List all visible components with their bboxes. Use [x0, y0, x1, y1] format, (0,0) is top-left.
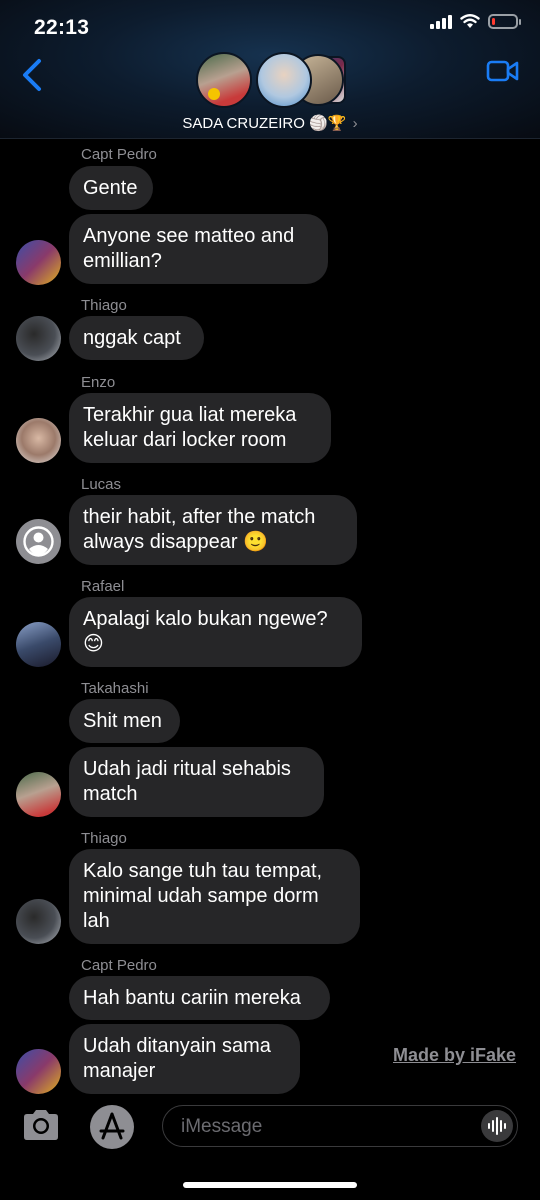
- sender-name: Thiago: [81, 830, 127, 847]
- message-bubble[interactable]: Hah bantu cariin mereka: [69, 976, 330, 1020]
- contact-avatar[interactable]: [16, 899, 61, 944]
- video-call-button[interactable]: [486, 58, 520, 84]
- message-input[interactable]: iMessage: [162, 1105, 518, 1147]
- status-time: 22:13: [34, 16, 90, 39]
- message-list[interactable]: Capt Pedro Gente Anyone see matteo and e…: [0, 138, 540, 1100]
- back-button[interactable]: [18, 58, 48, 92]
- battery-icon: [488, 14, 521, 29]
- sender-name: Capt Pedro: [81, 146, 157, 163]
- sender-name: Capt Pedro: [81, 957, 157, 974]
- status-icons: [430, 14, 521, 29]
- message-bubble[interactable]: Udah jadi ritual sehabis match: [69, 747, 324, 817]
- contact-avatar[interactable]: [16, 240, 61, 285]
- app-store-button[interactable]: [89, 1104, 135, 1150]
- waveform-icon: [488, 1117, 506, 1135]
- message-bubble[interactable]: Anyone see matteo and emillian?: [69, 214, 328, 284]
- message-bubble[interactable]: Gente: [69, 166, 153, 210]
- sender-name: Lucas: [81, 476, 122, 493]
- contact-avatar[interactable]: [16, 316, 61, 361]
- group-avatar-1: [196, 52, 252, 108]
- cellular-signal-icon: [430, 14, 452, 29]
- message-bubble[interactable]: Shit men: [69, 699, 180, 743]
- conversation-header: 22:13 SADA CRUZEIRO 🏐🏆 ›: [0, 0, 540, 139]
- sender-name: Thiago: [81, 297, 127, 314]
- message-bubble[interactable]: Kalo sange tuh tau tempat, minimal udah …: [69, 849, 360, 944]
- wifi-icon: [460, 14, 480, 28]
- camera-button[interactable]: [20, 1108, 62, 1142]
- sender-name: Enzo: [81, 374, 116, 391]
- battery-level: [492, 18, 495, 25]
- watermark: Made by iFake: [393, 1045, 517, 1065]
- message-bubble[interactable]: Terakhir gua liat mereka keluar dari loc…: [69, 393, 331, 463]
- group-emoji: 🏐🏆: [309, 115, 347, 132]
- contact-avatar[interactable]: [16, 772, 61, 817]
- input-placeholder: iMessage: [181, 1116, 263, 1137]
- group-avatar-2: [256, 52, 312, 108]
- group-avatars[interactable]: [196, 52, 356, 108]
- audio-message-button[interactable]: [481, 1110, 513, 1142]
- person-icon: [23, 526, 54, 557]
- sender-name: Takahashi: [81, 680, 149, 697]
- contact-avatar[interactable]: [16, 418, 61, 463]
- message-bubble[interactable]: nggak capt: [69, 316, 204, 360]
- contact-avatar-placeholder[interactable]: [16, 519, 61, 564]
- message-bubble[interactable]: Udah ditanyain sama manajer: [69, 1024, 300, 1094]
- chevron-right-icon: ›: [352, 115, 358, 132]
- sender-name: Rafael: [81, 578, 125, 595]
- message-bubble[interactable]: Apalagi kalo bukan ngewe? 😊: [69, 597, 362, 667]
- message-bubble[interactable]: their habit, after the match always disa…: [69, 495, 357, 565]
- home-indicator[interactable]: [183, 1182, 357, 1188]
- group-title: SADA CRUZEIRO: [182, 115, 305, 132]
- contact-avatar[interactable]: [16, 622, 61, 667]
- group-name[interactable]: SADA CRUZEIRO 🏐🏆 ›: [0, 114, 540, 132]
- contact-avatar[interactable]: [16, 1049, 61, 1094]
